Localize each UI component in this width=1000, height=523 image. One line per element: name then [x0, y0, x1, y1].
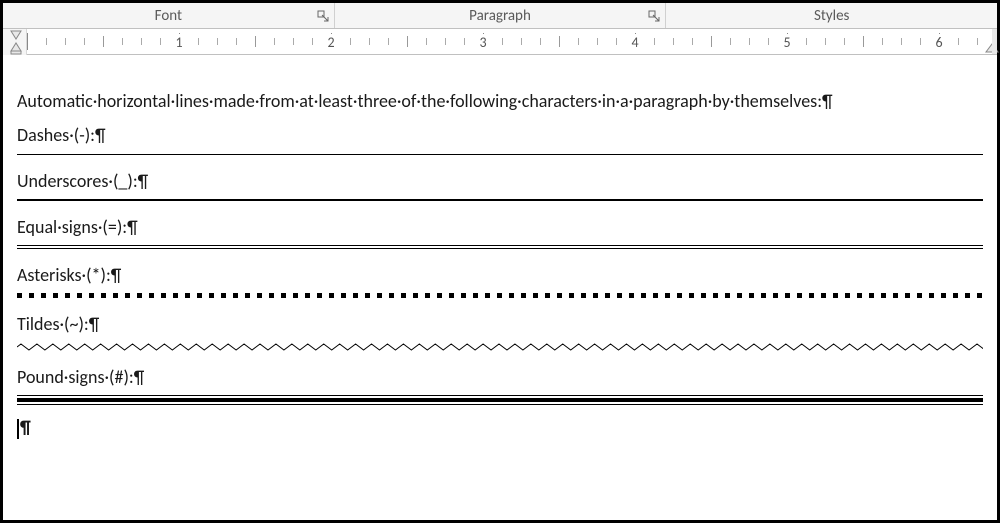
- ruler-tick: [749, 38, 750, 45]
- ruler-tick: [806, 38, 807, 45]
- ruler-tick: [882, 38, 883, 45]
- ruler-tick: [388, 38, 389, 45]
- pilcrow-icon: ¶: [20, 416, 31, 438]
- empty-line: ¶: [17, 415, 983, 439]
- horizontal-line-underscore: [17, 199, 983, 201]
- ruler-number: 1: [174, 34, 183, 51]
- ruler-tick: [730, 38, 731, 45]
- dialog-launcher-icon[interactable]: [647, 9, 661, 23]
- ruler-number: 3: [478, 34, 487, 51]
- section-label: Asterisks·(*):¶: [17, 263, 983, 287]
- ruler-tick: [27, 33, 28, 50]
- ruler-tick: [578, 38, 579, 45]
- ruler-tick: [103, 36, 104, 47]
- section-label: Equal·signs·(=):¶: [17, 215, 983, 239]
- ruler-tick: [673, 38, 674, 45]
- ruler-tick: [274, 38, 275, 45]
- ruler-tick: [521, 38, 522, 45]
- section-label: Tildes·(~):¶: [17, 312, 983, 336]
- section-label: Underscores·(_):¶: [17, 169, 983, 193]
- horizontal-line-pound: [17, 395, 983, 405]
- ruler-tick: [141, 38, 142, 45]
- section-label: Dashes·(-):¶: [17, 123, 983, 147]
- ruler-tick: [654, 38, 655, 45]
- ruler-tick: [825, 38, 826, 45]
- ribbon-group-label: Paragraph: [469, 7, 531, 25]
- ruler-tick: [711, 36, 712, 47]
- ruler-tick: [293, 38, 294, 45]
- ruler-tick: [863, 36, 864, 47]
- horizontal-ruler[interactable]: 1 2 3 4 5 6: [3, 29, 997, 55]
- horizontal-line-equal: [17, 245, 983, 249]
- intro-text: Automatic·horizontal·lines·made·from·at·…: [17, 89, 983, 113]
- ruler-number: 6: [934, 34, 943, 51]
- ruler-tick: [958, 38, 959, 45]
- section-label: Pound·signs·(#):¶: [17, 365, 983, 389]
- ruler-tick: [540, 38, 541, 45]
- ruler-number: 2: [326, 34, 335, 51]
- ruler-margin-area: [992, 29, 997, 54]
- ruler-tick: [46, 38, 47, 45]
- ruler-tick: [464, 38, 465, 45]
- ruler-tick: [369, 38, 370, 45]
- ribbon-group-label: Font: [155, 7, 182, 25]
- ruler-tick: [426, 38, 427, 45]
- ruler-tick: [597, 38, 598, 45]
- ribbon-group-labels: Font Paragraph Styles: [3, 3, 997, 29]
- ruler-tick: [160, 38, 161, 45]
- ribbon-group-font: Font: [3, 3, 335, 28]
- ruler-tick: [844, 38, 845, 45]
- ruler-tick: [768, 38, 769, 45]
- horizontal-line-asterisk: [17, 293, 983, 298]
- ruler-tick: [312, 38, 313, 45]
- ruler-number: 4: [630, 34, 639, 51]
- ruler-tick: [901, 38, 902, 45]
- ribbon-group-paragraph: Paragraph: [335, 3, 667, 28]
- text-cursor: [17, 419, 19, 439]
- document-body[interactable]: Automatic·horizontal·lines·made·from·at·…: [17, 89, 983, 449]
- ruler-tick: [616, 38, 617, 45]
- ruler-tick: [84, 38, 85, 45]
- ruler-tick: [559, 36, 560, 47]
- ruler-tick: [255, 36, 256, 47]
- indent-markers[interactable]: [8, 29, 28, 55]
- ruler-tick: [445, 38, 446, 45]
- horizontal-line-tilde: [17, 343, 983, 351]
- ruler-tick: [977, 38, 978, 45]
- ruler-tick: [217, 38, 218, 45]
- ribbon-group-label: Styles: [814, 7, 849, 25]
- ruler-tick: [407, 36, 408, 47]
- dialog-launcher-icon[interactable]: [316, 9, 330, 23]
- ruler-tick: [350, 38, 351, 45]
- ruler-tick: [122, 38, 123, 45]
- ruler-number: 5: [782, 34, 791, 51]
- ruler-tick: [920, 38, 921, 45]
- ruler-tick: [198, 38, 199, 45]
- ribbon-group-styles: Styles: [666, 3, 997, 28]
- ruler-tick: [65, 38, 66, 45]
- ruler-tick: [236, 38, 237, 45]
- horizontal-line-dashes: [17, 154, 983, 155]
- ruler-tick: [692, 38, 693, 45]
- ruler-tick: [502, 38, 503, 45]
